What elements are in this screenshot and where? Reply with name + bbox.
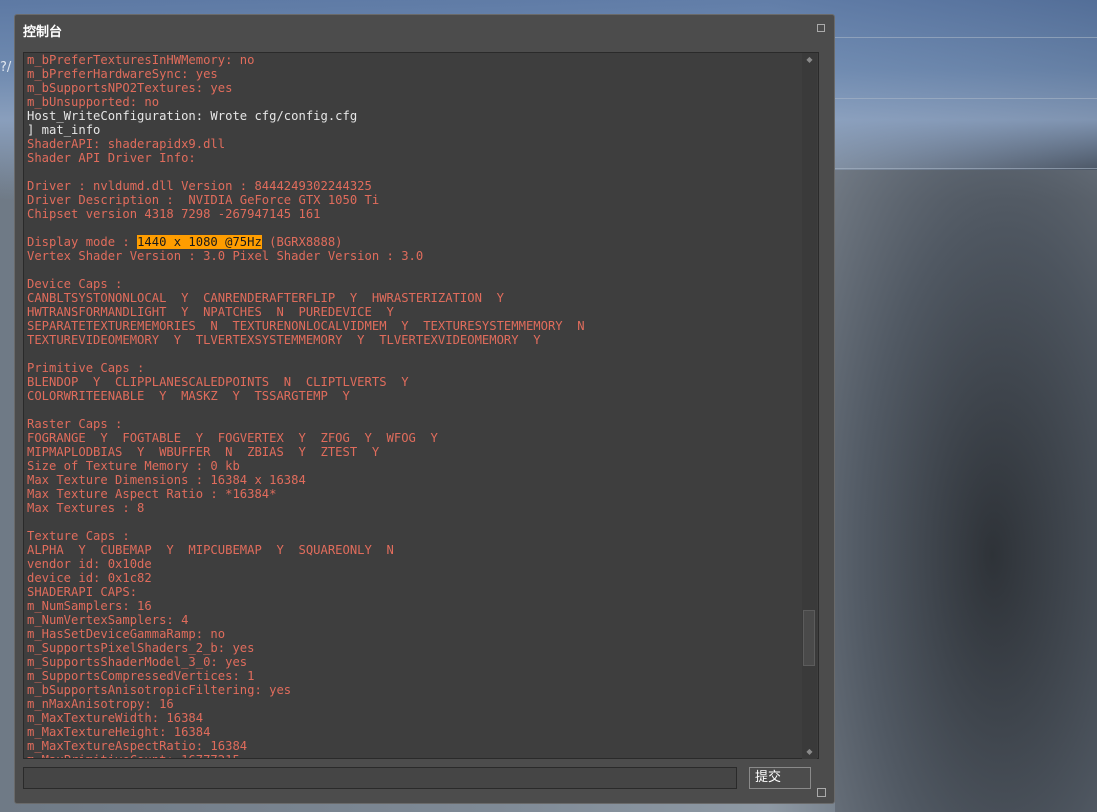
console-titlebar[interactable]: 控制台 xyxy=(15,15,834,41)
log-line: Max Textures : 8 xyxy=(27,501,145,515)
log-text: Display mode : xyxy=(27,235,138,249)
log-line: Texture Caps : xyxy=(27,529,130,543)
log-line: Vertex Shader Version : 3.0 Pixel Shader… xyxy=(27,249,424,263)
log-line: m_MaxTextureAspectRatio: 16384 xyxy=(27,739,248,753)
scroll-down-arrow-icon[interactable]: ◆ xyxy=(802,745,817,759)
scrollbar-thumb[interactable] xyxy=(803,610,815,666)
log-text: (BGRX8888) xyxy=(261,235,343,249)
log-line: m_MaxPrimitiveCount: 16777215 xyxy=(27,753,800,758)
log-line: BLENDOP Y CLIPPLANESCALEDPOINTS N CLIPTL… xyxy=(27,375,409,389)
log-line: m_MaxTextureHeight: 16384 xyxy=(27,725,211,739)
log-line: m_bUnsupported: no xyxy=(27,95,160,109)
log-line: Raster Caps : xyxy=(27,417,123,431)
command-input[interactable] xyxy=(23,767,737,789)
console-scrollbar[interactable]: ◆ ◆ xyxy=(802,53,817,759)
log-line: Primitive Caps : xyxy=(27,361,145,375)
log-line: TEXTUREVIDEOMEMORY Y TLVERTEXSYSTEMMEMOR… xyxy=(27,333,541,347)
log-line: vendor id: 0x10de xyxy=(27,557,152,571)
resize-grip-icon[interactable] xyxy=(817,788,826,797)
log-line: Max Texture Dimensions : 16384 x 16384 xyxy=(27,473,306,487)
log-line: Max Texture Aspect Ratio : *16384* xyxy=(27,487,277,501)
log-line: device id: 0x1c82 xyxy=(27,571,152,585)
log-line: m_nMaxAnisotropy: 16 xyxy=(27,697,174,711)
log-line: m_bPreferTexturesInHWMemory: no xyxy=(27,53,255,67)
log-line: SEPARATETEXTUREMEMORIES N TEXTURENONLOCA… xyxy=(27,319,585,333)
log-line: m_HasSetDeviceGammaRamp: no xyxy=(27,627,226,641)
log-line: Driver : nvldumd.dll Version : 844424930… xyxy=(27,179,372,193)
background-shadow xyxy=(835,170,1097,812)
background-divider xyxy=(835,37,1097,38)
scroll-up-arrow-icon[interactable]: ◆ xyxy=(802,53,817,67)
log-line: Device Caps : xyxy=(27,277,123,291)
log-line: m_bSupportsAnisotropicFiltering: yes xyxy=(27,683,292,697)
log-line: Chipset version 4318 7298 -267947145 161 xyxy=(27,207,321,221)
log-line: Display mode : 1440 x 1080 @75Hz (BGRX88… xyxy=(27,235,800,249)
log-line: MIPMAPLODBIAS Y WBUFFER N ZBIAS Y ZTEST … xyxy=(27,445,380,459)
log-line: m_bSupportsNPO2Textures: yes xyxy=(27,81,233,95)
log-line: m_MaxTextureWidth: 16384 xyxy=(27,711,204,725)
console-title: 控制台 xyxy=(23,25,63,40)
log-line: m_NumSamplers: 16 xyxy=(27,599,152,613)
console-window: 控制台 m_bPreferTexturesInHWMemory: no m_bPr… xyxy=(14,14,835,804)
selected-text-highlight[interactable]: 1440 x 1080 @75Hz xyxy=(137,235,262,249)
log-line: m_bPreferHardwareSync: yes xyxy=(27,67,218,81)
log-line: FOGRANGE Y FOGTABLE Y FOGVERTEX Y ZFOG Y… xyxy=(27,431,438,445)
log-line: SHADERAPI CAPS: xyxy=(27,585,138,599)
log-line: COLORWRITEENABLE Y MASKZ Y TSSARGTEMP Y xyxy=(27,389,350,403)
background-divider xyxy=(835,168,1097,169)
console-log: m_bPreferTexturesInHWMemory: no m_bPrefer… xyxy=(27,53,800,758)
log-line: ] mat_info xyxy=(27,123,101,137)
background-glyph: ?/ xyxy=(0,60,12,75)
log-line: Size of Texture Memory : 0 kb xyxy=(27,459,240,473)
log-line: m_SupportsCompressedVertices: 1 xyxy=(27,669,255,683)
log-line: Shader API Driver Info: xyxy=(27,151,196,165)
log-line: m_SupportsPixelShaders_2_b: yes xyxy=(27,641,255,655)
log-line: Driver Description : NVIDIA GeForce GTX … xyxy=(27,193,380,207)
log-line: CANBLTSYSTONONLOCAL Y CANRENDERAFTERFLIP… xyxy=(27,291,504,305)
log-line: m_SupportsShaderModel_3_0: yes xyxy=(27,655,248,669)
log-line: Host_WriteConfiguration: Wrote cfg/confi… xyxy=(27,109,358,123)
log-line: m_NumVertexSamplers: 4 xyxy=(27,613,189,627)
console-output[interactable]: m_bPreferTexturesInHWMemory: no m_bPrefer… xyxy=(23,52,819,759)
submit-button[interactable]: 提交 xyxy=(749,767,811,789)
background-divider xyxy=(835,98,1097,99)
log-line: HWTRANSFORMANDLIGHT Y NPATCHES N PUREDEV… xyxy=(27,305,394,319)
log-line: ALPHA Y CUBEMAP Y MIPCUBEMAP Y SQUAREONL… xyxy=(27,543,394,557)
maximize-icon[interactable] xyxy=(817,24,825,32)
log-line: ShaderAPI: shaderapidx9.dll xyxy=(27,137,226,151)
